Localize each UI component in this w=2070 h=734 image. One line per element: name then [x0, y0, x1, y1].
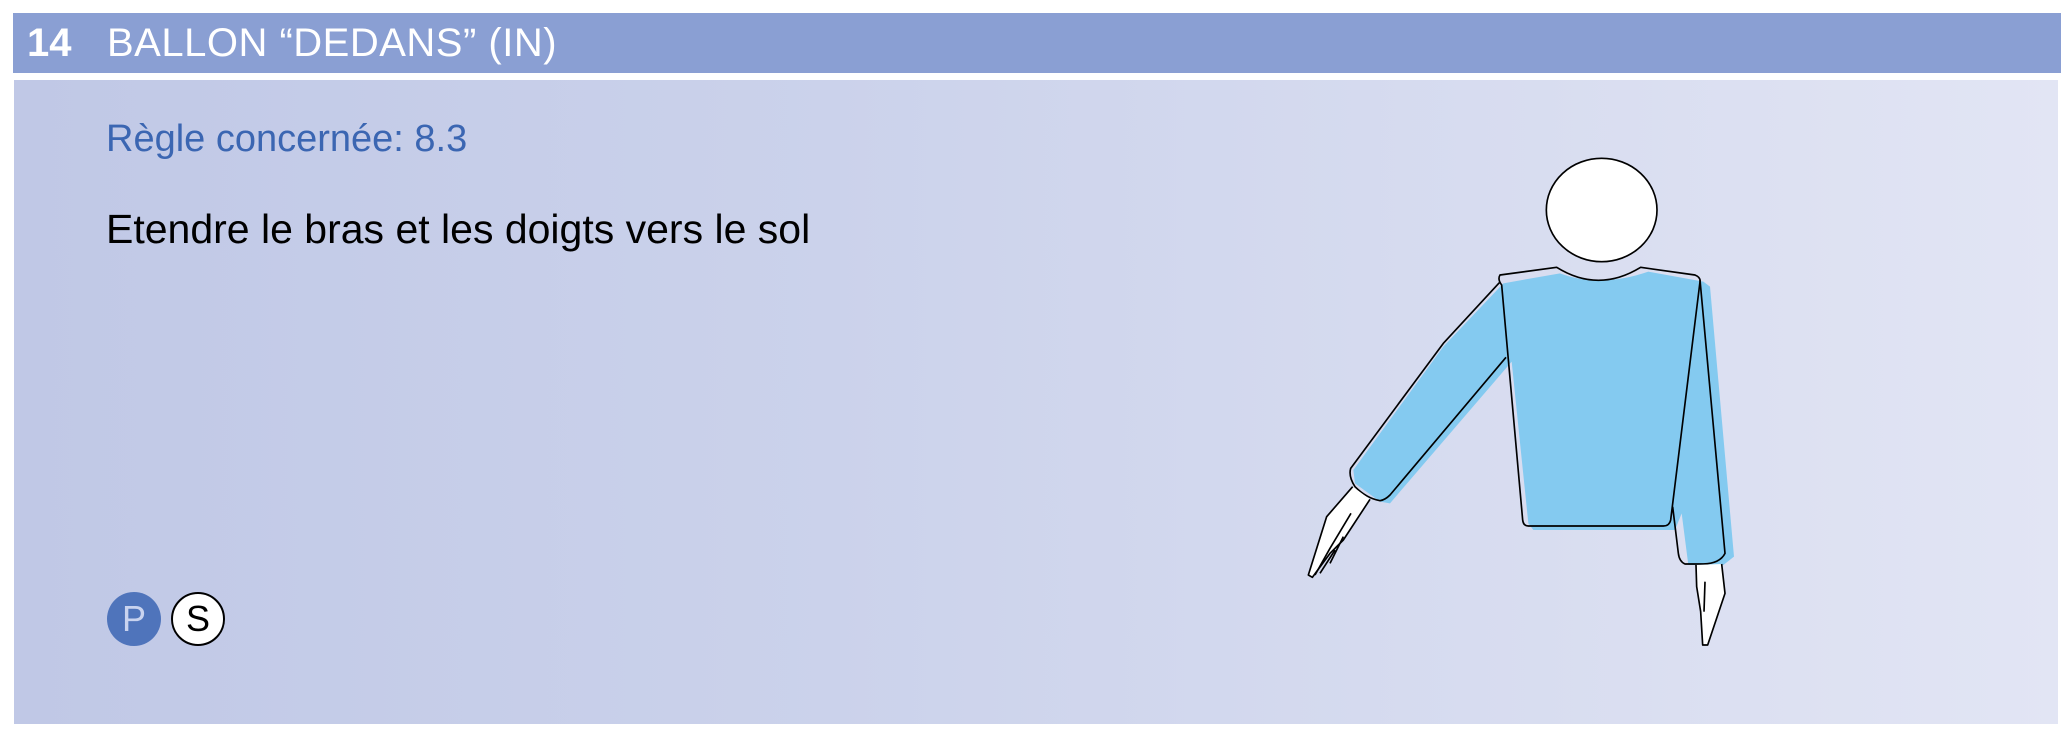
- badge-s-label: S: [185, 598, 210, 639]
- rule-reference: Règle concernée: 8.3: [106, 118, 468, 160]
- signal-description: Etendre le bras et les doigts vers le so…: [106, 206, 811, 252]
- signal-number: 14: [27, 21, 72, 65]
- header-bar: 14 BALLON “DEDANS” (IN): [13, 13, 2061, 73]
- badge-s: S: [171, 592, 225, 646]
- badge-p: P: [107, 592, 161, 646]
- signal-panel: Règle concernée: 8.3 Etendre le bras et …: [14, 80, 2058, 724]
- shirt-fill: [1353, 271, 1734, 565]
- referee-figure-icon: [1307, 157, 1734, 646]
- badge-p-label: P: [121, 598, 146, 639]
- signal-title: BALLON “DEDANS” (IN): [107, 21, 558, 65]
